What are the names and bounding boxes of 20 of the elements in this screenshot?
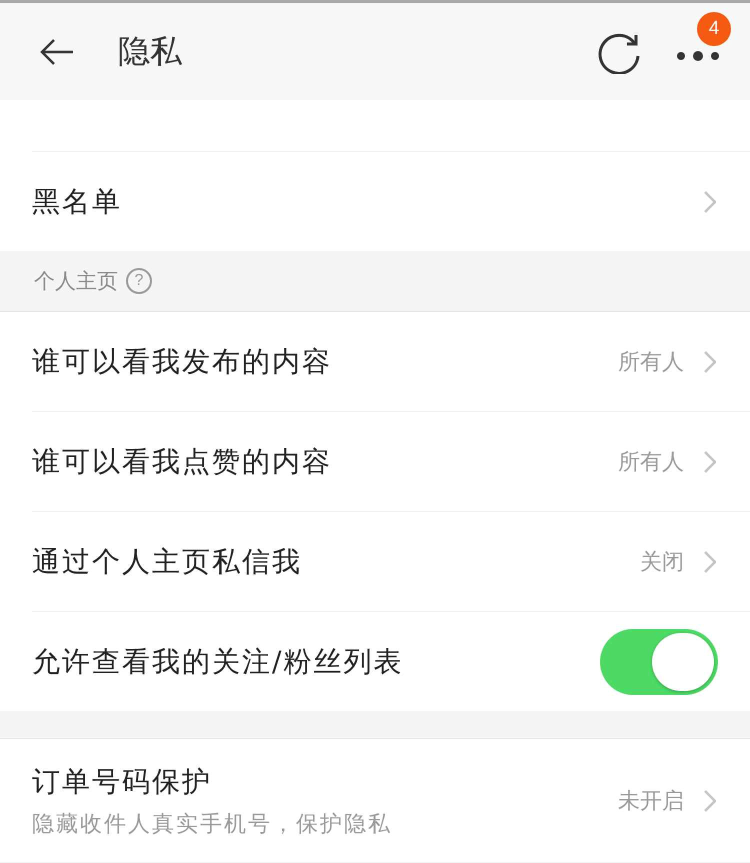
section-title: 个人主页 (34, 268, 118, 295)
setting-label[interactable]: 谁可以看我发布的内容 (32, 342, 618, 380)
setting-value: 未开启 (618, 788, 684, 816)
setting-value: 所有人 (618, 348, 684, 376)
notification-badge: 4 (697, 12, 731, 46)
chevron-icon (704, 190, 716, 212)
chevron-icon (704, 790, 716, 812)
setting-label[interactable]: 黑名单 (32, 182, 704, 220)
chevron-icon (704, 450, 716, 472)
chevron-icon (704, 350, 716, 372)
setting-label[interactable]: 允许查看我的关注/粉丝列表 (32, 642, 600, 680)
setting-label[interactable]: 谁可以看我点赞的内容 (32, 442, 618, 480)
more-button[interactable] (676, 48, 720, 62)
setting-description: 隐藏收件人真实手机号，保护隐私 (32, 810, 393, 838)
page-title: 隐私 (118, 30, 183, 72)
setting-value: 所有人 (618, 448, 684, 476)
setting-label[interactable]: 通过个人主页私信我 (32, 542, 640, 580)
chevron-icon (704, 550, 716, 572)
setting-value: 关闭 (640, 548, 684, 576)
setting-label[interactable]: 订单号码保护 (32, 762, 618, 800)
